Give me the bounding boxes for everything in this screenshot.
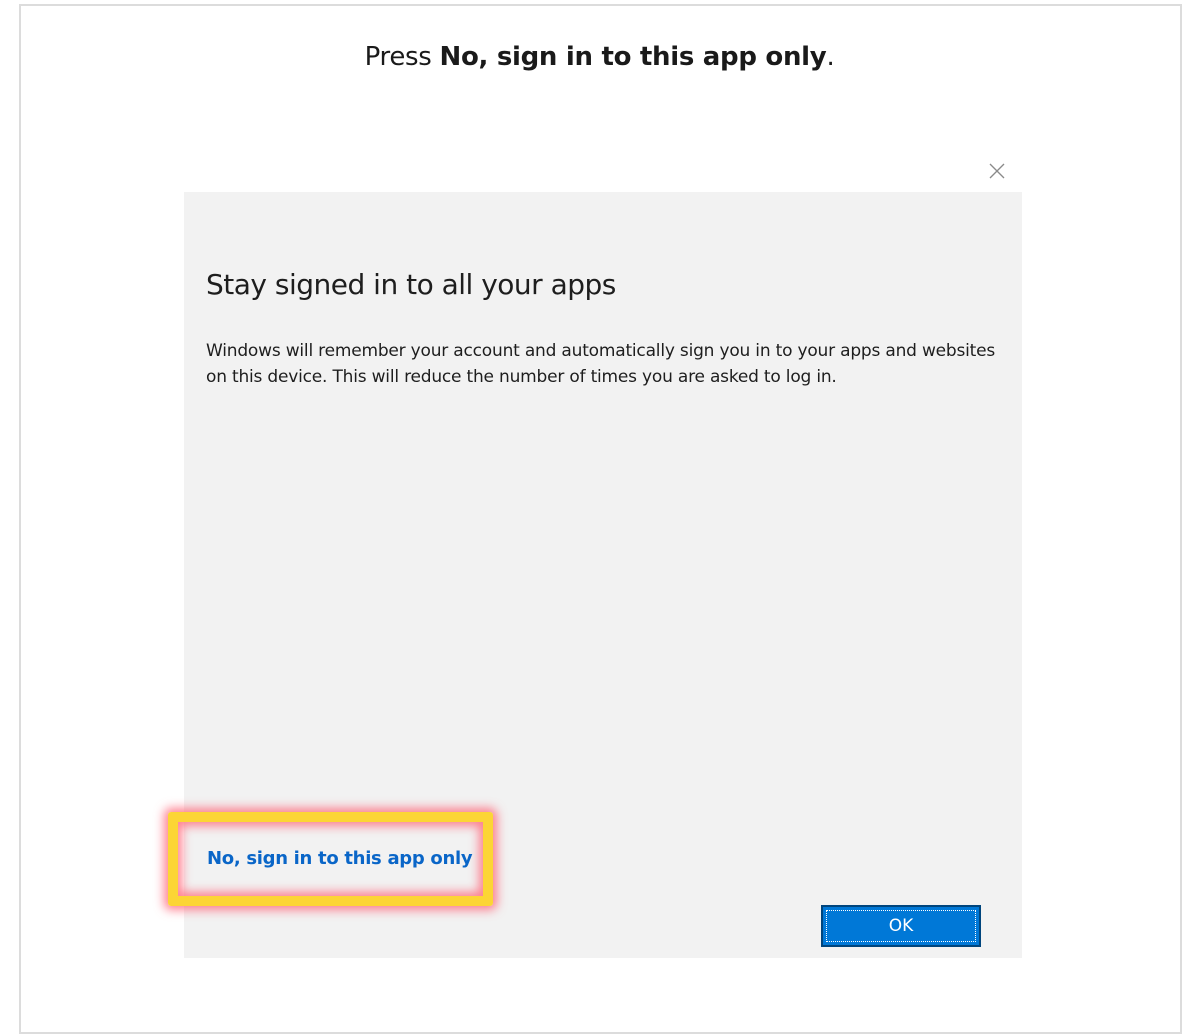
instruction-emphasis: No, sign in to this app only — [439, 42, 827, 72]
close-icon[interactable] — [986, 160, 1008, 182]
sign-in-this-app-only-link[interactable]: No, sign in to this app only — [207, 848, 473, 869]
ok-button[interactable]: OK — [821, 905, 981, 947]
dialog-description: Windows will remember your account and a… — [206, 341, 996, 387]
instruction-suffix: . — [826, 42, 835, 72]
dialog-title: Stay signed in to all your apps — [206, 268, 616, 301]
instruction-text: Press No, sign in to this app only. — [0, 42, 1199, 72]
instruction-prefix: Press — [364, 42, 440, 72]
ok-button-label: OK — [888, 916, 914, 936]
